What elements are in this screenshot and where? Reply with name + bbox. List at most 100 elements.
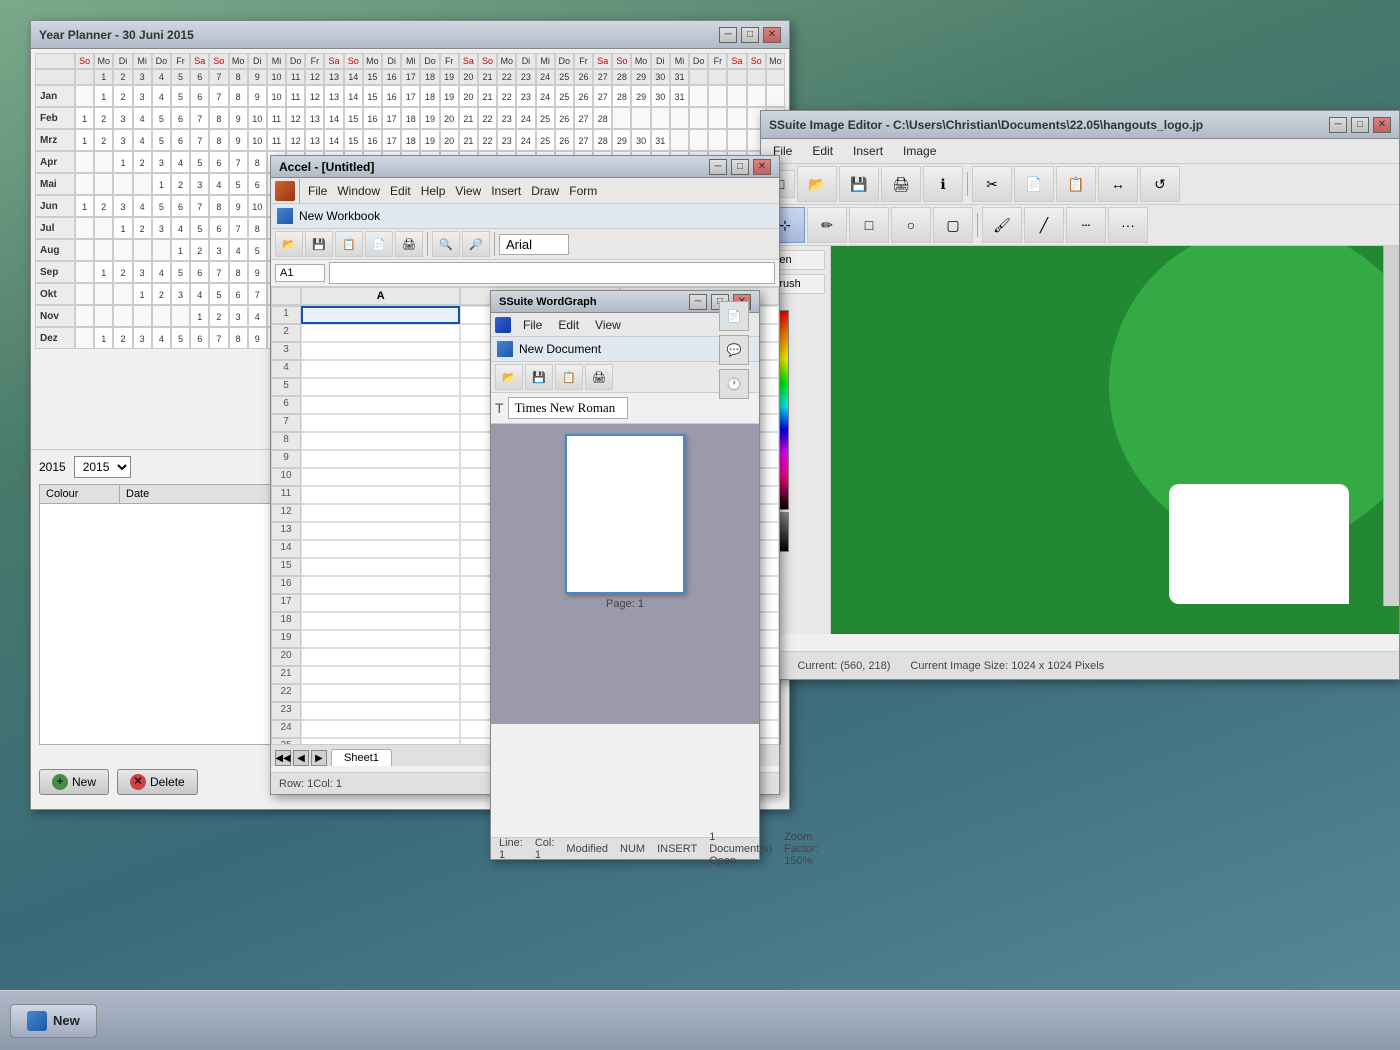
calendar-cell[interactable]: 3 [152,151,171,173]
calendar-cell[interactable]: 7 [190,129,209,151]
calendar-cell[interactable]: 3 [190,173,209,195]
calendar-cell[interactable] [670,107,689,129]
calendar-cell[interactable]: 4 [133,107,152,129]
calendar-cell[interactable] [75,305,94,327]
ie-cut-btn[interactable]: ✂ [972,166,1012,202]
calendar-cell[interactable]: 22 [497,85,516,107]
ie-info-btn[interactable]: ℹ [923,166,963,202]
calendar-cell[interactable]: 21 [478,85,497,107]
calendar-cell[interactable]: 1 [190,305,209,327]
calendar-cell[interactable]: 22 [478,129,497,151]
calendar-cell[interactable]: 5 [190,151,209,173]
calendar-cell[interactable]: 2 [94,129,113,151]
new-event-button[interactable]: + New [39,769,109,795]
calendar-cell[interactable]: 14 [324,129,343,151]
calendar-cell[interactable]: 12 [286,107,305,129]
calendar-cell[interactable] [727,107,746,129]
grid-cell[interactable] [301,450,460,468]
ie-open-btn[interactable]: 📂 [797,166,837,202]
calendar-cell[interactable]: 22 [478,107,497,129]
calendar-cell[interactable] [113,173,132,195]
sheet-nav-prev[interactable]: ◀ [293,750,309,766]
calendar-cell[interactable]: 2 [113,261,132,283]
grid-cell[interactable] [301,684,460,702]
calendar-cell[interactable] [152,305,171,327]
calendar-cell[interactable]: 13 [305,129,324,151]
calendar-cell[interactable]: 6 [190,261,209,283]
grid-cell[interactable] [301,666,460,684]
calendar-cell[interactable] [133,305,152,327]
calendar-cell[interactable]: 3 [113,129,132,151]
calendar-cell[interactable]: 5 [209,283,228,305]
calendar-cell[interactable]: 10 [248,129,267,151]
calendar-cell[interactable]: 8 [209,129,228,151]
calendar-cell[interactable]: 3 [113,107,132,129]
ie-pen-tool[interactable]: ✏ [807,207,847,243]
print-btn[interactable]: 🖨 [395,231,423,257]
calendar-cell[interactable]: 6 [171,195,190,217]
calendar-cell[interactable]: 1 [94,85,113,107]
year-select-dropdown[interactable]: 2015 [74,456,131,478]
ie-copy-btn[interactable]: 📄 [1014,166,1054,202]
calendar-cell[interactable]: 9 [248,85,267,107]
calendar-cell[interactable]: 14 [344,85,363,107]
word-print-btn[interactable]: 🖨 [585,364,613,390]
calendar-cell[interactable]: 9 [229,107,248,129]
sheet-nav-first[interactable]: ◀◀ [275,750,291,766]
ie-save-btn[interactable]: 💾 [839,166,879,202]
calendar-cell[interactable]: 27 [593,85,612,107]
calendar-cell[interactable]: 4 [171,151,190,173]
calendar-cell[interactable] [94,239,113,261]
calendar-cell[interactable]: 17 [382,107,401,129]
calendar-cell[interactable]: 8 [229,85,248,107]
accel-insert-menu[interactable]: Insert [487,182,525,200]
calendar-cell[interactable]: 18 [420,85,439,107]
calendar-cell[interactable]: 26 [574,85,593,107]
grid-cell[interactable] [301,522,460,540]
calendar-cell[interactable]: 27 [574,107,593,129]
taskbar-new-button[interactable]: New [10,1004,97,1038]
calendar-cell[interactable] [75,173,94,195]
grid-cell[interactable] [301,396,460,414]
calendar-cell[interactable]: 3 [113,195,132,217]
calendar-cell[interactable]: 28 [593,107,612,129]
grid-cell[interactable] [301,576,460,594]
calendar-cell[interactable]: 6 [209,151,228,173]
calendar-cell[interactable]: 1 [75,195,94,217]
calendar-cell[interactable]: 28 [612,85,631,107]
calendar-cell[interactable]: 7 [190,195,209,217]
ie-print-btn[interactable]: 🖨 [881,166,921,202]
calendar-cell[interactable] [94,283,113,305]
calendar-cell[interactable] [75,283,94,305]
formula-input[interactable] [329,262,775,284]
grid-cell[interactable] [301,468,460,486]
calendar-cell[interactable]: 7 [209,261,228,283]
calendar-cell[interactable]: 6 [229,283,248,305]
calendar-cell[interactable]: 11 [267,129,286,151]
accel-edit-menu[interactable]: Edit [386,182,415,200]
calendar-cell[interactable]: 6 [171,107,190,129]
calendar-cell[interactable]: 2 [133,217,152,239]
ie-more-tool[interactable]: ··· [1108,207,1148,243]
calendar-cell[interactable]: 25 [536,129,555,151]
sheet-tab-sheet1[interactable]: Sheet1 [331,749,392,766]
calendar-cell[interactable]: 7 [190,107,209,129]
ie-dashed-line-tool[interactable]: ┄ [1066,207,1106,243]
calendar-cell[interactable]: 3 [171,283,190,305]
accel-help-menu[interactable]: Help [417,182,450,200]
word-save-btn[interactable]: 💾 [525,364,553,390]
calendar-cell[interactable] [133,239,152,261]
ie-edit-menu[interactable]: Edit [808,142,837,160]
grid-cell[interactable] [301,378,460,396]
word-edit-menu[interactable]: Edit [554,316,583,334]
calendar-cell[interactable]: 5 [190,217,209,239]
calendar-cell[interactable]: 3 [209,239,228,261]
calendar-cell[interactable] [75,85,94,107]
calendar-cell[interactable]: 2 [133,151,152,173]
calendar-cell[interactable]: 17 [401,85,420,107]
calendar-cell[interactable]: 7 [229,217,248,239]
accel-form-menu[interactable]: Form [565,182,601,200]
calendar-cell[interactable]: 1 [94,327,113,349]
calendar-cell[interactable]: 11 [267,107,286,129]
ie-line-tool[interactable]: ╱ [1024,207,1064,243]
